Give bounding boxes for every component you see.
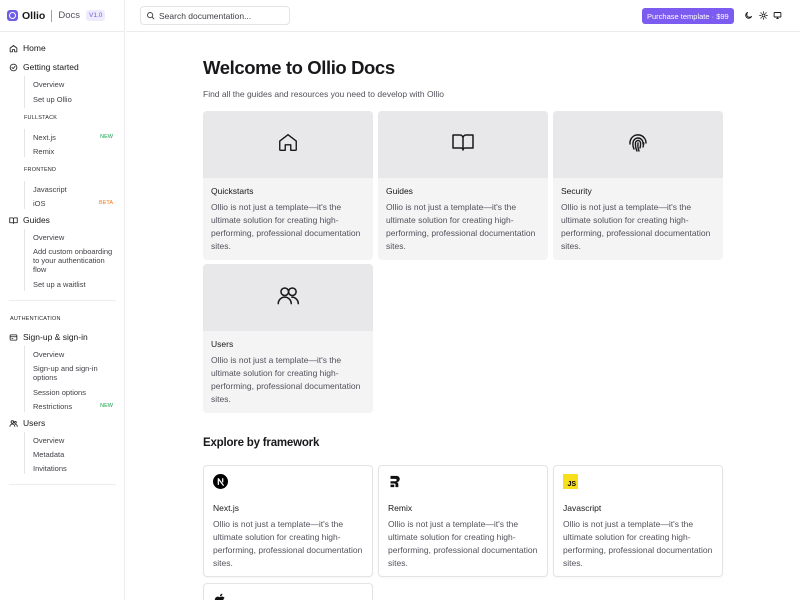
framework-description: Ollio is not just a template—it's the ul… bbox=[563, 519, 713, 568]
framework-title: Javascript bbox=[563, 503, 602, 513]
book-icon bbox=[451, 130, 475, 159]
page-title: Welcome to Ollio Docs bbox=[203, 57, 395, 78]
sidebar-item-signup-overview[interactable]: Overview bbox=[33, 350, 115, 359]
sidebar-item-custom-onboarding[interactable]: Add custom onboarding to your authentica… bbox=[33, 247, 115, 274]
sidebar-item-signup[interactable]: Sign-up & sign-in bbox=[9, 332, 88, 342]
book-icon bbox=[9, 216, 18, 225]
card-guides[interactable]: Guides Ollio is not just a template—it's… bbox=[378, 111, 548, 260]
card-hero bbox=[203, 111, 373, 178]
sidebar-item-label: Guides bbox=[23, 215, 50, 225]
sidebar-divider bbox=[9, 484, 116, 485]
sidebar-item-metadata[interactable]: Metadata bbox=[33, 450, 115, 459]
sidebar: Ollio Docs V1.0 Home Getting started Ove… bbox=[0, 0, 125, 600]
sidebar-item-label: Users bbox=[23, 418, 46, 428]
framework-card-ios[interactable] bbox=[203, 583, 373, 600]
card-title: Users bbox=[211, 339, 234, 349]
sidebar-item-signup-options[interactable]: Sign-up and sign-in options bbox=[33, 364, 115, 382]
nav-guide-line bbox=[24, 346, 25, 412]
sidebar-item-home[interactable]: Home bbox=[9, 43, 46, 53]
card-description: Ollio is not just a template—it's the ul… bbox=[386, 202, 536, 251]
docs-label: Docs bbox=[58, 10, 80, 21]
sidebar-item-getting-started[interactable]: Getting started bbox=[9, 62, 79, 72]
nextjs-icon bbox=[213, 474, 228, 489]
nav-guide-line bbox=[24, 76, 25, 108]
card-title: Quickstarts bbox=[211, 186, 254, 196]
card-users[interactable]: Users Ollio is not just a template—it's … bbox=[203, 264, 373, 413]
card-security[interactable]: Security Ollio is not just a template—it… bbox=[553, 111, 723, 260]
card-description: Ollio is not just a template—it's the ul… bbox=[211, 355, 361, 404]
id-card-icon bbox=[9, 333, 18, 342]
group-label-authentication: AUTHENTICATION bbox=[10, 316, 61, 322]
framework-description: Ollio is not just a template—it's the ul… bbox=[388, 519, 538, 568]
remix-icon bbox=[388, 474, 403, 489]
nav-guide-line bbox=[24, 181, 25, 209]
ollio-logo-icon[interactable] bbox=[7, 10, 18, 21]
card-quickstarts[interactable]: Quickstarts Ollio is not just a template… bbox=[203, 111, 373, 260]
sidebar-item-session-options[interactable]: Session options bbox=[33, 388, 115, 397]
framework-title: Remix bbox=[388, 503, 413, 513]
explore-heading: Explore by framework bbox=[203, 437, 320, 449]
sidebar-item-javascript[interactable]: Javascript bbox=[33, 185, 115, 194]
sidebar-item-guides[interactable]: Guides bbox=[9, 215, 50, 225]
sidebar-item-waitlist[interactable]: Set up a waitlist bbox=[33, 280, 115, 289]
page-lead: Find all the guides and resources you ne… bbox=[203, 89, 444, 99]
main-content: Welcome to Ollio Docs Find all the guide… bbox=[126, 33, 800, 600]
search-input[interactable] bbox=[159, 10, 279, 21]
card-title: Guides bbox=[386, 186, 413, 196]
sidebar-item-users-overview[interactable]: Overview bbox=[33, 436, 115, 445]
sidebar-item-setup-ollio[interactable]: Set up Ollio bbox=[33, 95, 115, 104]
fingerprint-icon bbox=[626, 130, 650, 159]
home-icon bbox=[277, 131, 299, 158]
framework-title: Next.js bbox=[213, 503, 239, 513]
top-bar: Purchase template · $99 bbox=[126, 0, 800, 32]
card-title: Security bbox=[561, 186, 592, 196]
check-circle-icon bbox=[9, 63, 18, 72]
card-hero bbox=[203, 264, 373, 331]
framework-card-nextjs[interactable]: Next.js Ollio is not just a template—it'… bbox=[203, 465, 373, 577]
search-box[interactable] bbox=[140, 6, 290, 25]
home-icon bbox=[9, 44, 18, 53]
framework-card-javascript[interactable]: JS Javascript Ollio is not just a templa… bbox=[553, 465, 723, 577]
sidebar-item-label: Home bbox=[23, 43, 46, 53]
card-hero bbox=[378, 111, 548, 178]
monitor-icon[interactable] bbox=[772, 10, 783, 21]
new-badge: NEW bbox=[100, 134, 113, 140]
logo-divider bbox=[51, 9, 53, 22]
users-icon bbox=[275, 282, 301, 313]
sidebar-item-gs-overview[interactable]: Overview bbox=[33, 80, 115, 89]
moon-icon[interactable] bbox=[743, 10, 754, 21]
nav-guide-line bbox=[24, 432, 25, 474]
version-badge: V1.0 bbox=[86, 10, 106, 21]
new-badge: NEW bbox=[100, 403, 113, 409]
sidebar-item-label: Getting started bbox=[23, 62, 79, 72]
card-hero bbox=[553, 111, 723, 178]
framework-description: Ollio is not just a template—it's the ul… bbox=[213, 519, 363, 568]
sidebar-divider bbox=[9, 300, 116, 301]
beta-badge: BETA bbox=[99, 200, 113, 206]
javascript-icon: JS bbox=[563, 474, 578, 489]
sidebar-item-guides-overview[interactable]: Overview bbox=[33, 233, 115, 242]
purchase-template-button[interactable]: Purchase template · $99 bbox=[642, 8, 734, 24]
users-icon bbox=[9, 419, 18, 428]
group-label-frontend: FRONTEND bbox=[24, 167, 57, 173]
sidebar-item-users[interactable]: Users bbox=[9, 418, 45, 428]
logo-text[interactable]: Ollio bbox=[22, 10, 45, 22]
card-description: Ollio is not just a template—it's the ul… bbox=[561, 202, 711, 251]
nav-guide-line bbox=[24, 129, 25, 157]
apple-icon bbox=[213, 592, 228, 600]
sun-icon[interactable] bbox=[758, 10, 769, 21]
framework-card-remix[interactable]: Remix Ollio is not just a template—it's … bbox=[378, 465, 548, 577]
sidebar-item-label: Sign-up & sign-in bbox=[23, 332, 88, 342]
nav-guide-line bbox=[24, 229, 25, 291]
sidebar-header: Ollio Docs V1.0 bbox=[0, 0, 124, 32]
search-icon bbox=[146, 11, 155, 20]
sidebar-item-remix[interactable]: Remix bbox=[33, 147, 115, 156]
sidebar-item-invitations[interactable]: Invitations bbox=[33, 464, 115, 473]
card-description: Ollio is not just a template—it's the ul… bbox=[211, 202, 361, 251]
group-label-fullstack: FULLSTACK bbox=[24, 115, 58, 121]
